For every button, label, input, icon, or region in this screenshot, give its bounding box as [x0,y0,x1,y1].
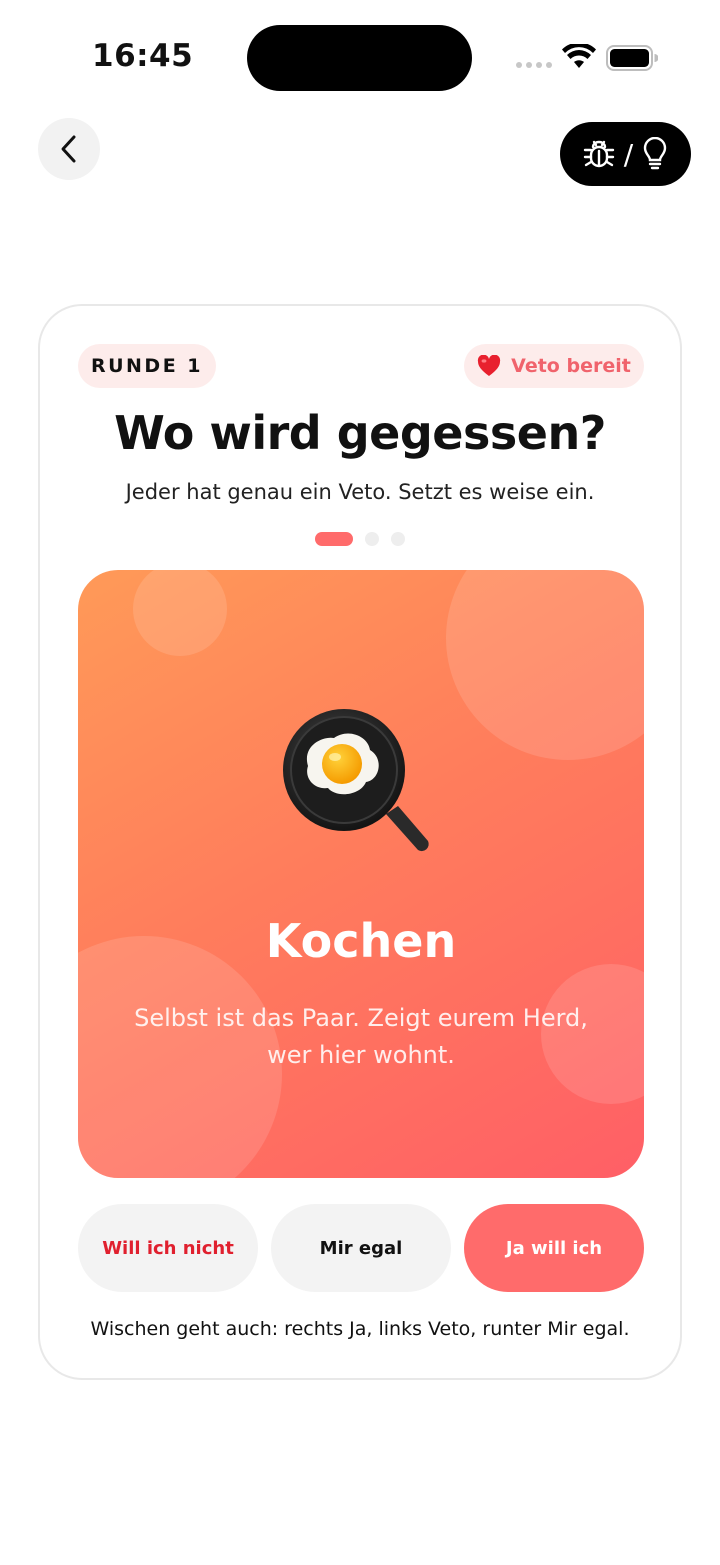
pagination-dots [40,532,680,546]
decision-card: RUNDE 1 Veto bereit Wo wird gegessen? Je… [38,304,682,1380]
separator: / [623,137,634,171]
decorative-circle [446,570,644,760]
question-subtitle: Jeder hat genau ein Veto. Setzt es weise… [125,480,595,504]
back-button[interactable] [38,118,100,180]
swipe-hint: Wischen geht auch: rechts Ja, links Veto… [90,1318,630,1340]
lightbulb-icon [644,137,667,170]
chevron-left-icon [61,135,76,163]
veto-status-label: Veto bereit [511,355,631,377]
veto-status-badge: Veto bereit [464,344,644,388]
veto-button[interactable]: Will ich nicht [78,1204,258,1292]
round-badge: RUNDE 1 [78,344,216,388]
battery-icon [606,45,658,71]
wifi-icon [562,44,596,68]
pagination-dot [391,532,405,546]
status-time: 16:45 [92,38,194,74]
yes-button[interactable]: Ja will ich [464,1204,644,1292]
cellular-signal-icon [516,62,552,68]
bug-icon [583,140,614,168]
neutral-button[interactable]: Mir egal [271,1204,451,1292]
frying-pan-egg-icon [283,709,429,852]
option-card[interactable]: Kochen Selbst ist das Paar. Zeigt eurem … [78,570,644,1178]
question-title: Wo wird gegessen? [114,406,606,460]
dynamic-island [247,25,472,91]
heart-icon [478,355,501,376]
option-description: Selbst ist das Paar. Zeigt eurem Herd, w… [134,1004,588,1069]
pagination-dot [365,532,379,546]
feedback-button[interactable]: / [560,122,691,186]
option-title: Kochen [265,914,457,968]
pagination-dot-active [315,532,353,546]
vote-actions: Will ich nicht Mir egal Ja will ich [78,1204,644,1292]
decorative-circle [133,570,227,656]
